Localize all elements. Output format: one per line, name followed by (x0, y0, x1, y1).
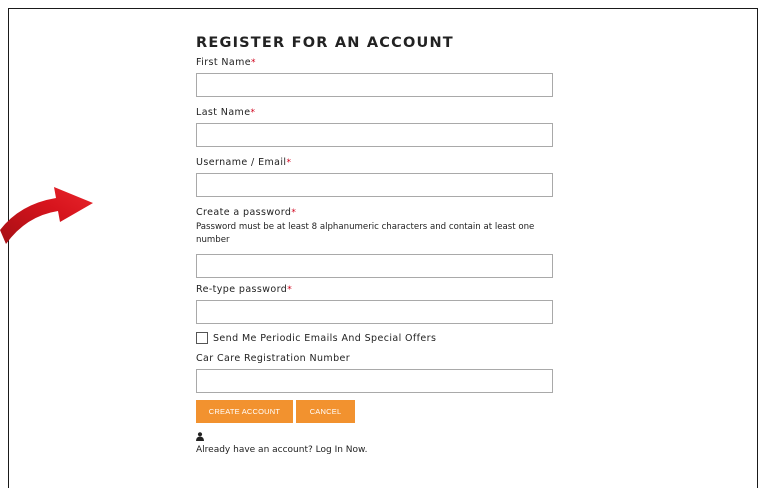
first-name-label: First Name* (196, 57, 256, 68)
create-account-button[interactable]: CREATE ACCOUNT (196, 400, 293, 423)
password-field: Create a password* Password must be at l… (196, 207, 554, 278)
registration-form: REGISTER FOR AN ACCOUNT First Name* Last… (196, 33, 554, 455)
last-name-field: Last Name* (196, 107, 554, 147)
first-name-field: First Name* (196, 57, 554, 97)
optin-checkbox[interactable] (196, 332, 208, 344)
retype-password-field: Re-type password* (196, 284, 554, 324)
username-field: Username / Email* (196, 157, 554, 197)
first-name-input[interactable] (196, 73, 553, 97)
retype-password-input[interactable] (196, 300, 553, 324)
optin-label[interactable]: Send Me Periodic Emails And Special Offe… (213, 333, 436, 344)
username-label: Username / Email* (196, 157, 292, 168)
login-link[interactable]: Log In Now (316, 445, 365, 455)
form-title: REGISTER FOR AN ACCOUNT (196, 35, 454, 51)
password-input[interactable] (196, 254, 553, 278)
last-name-input[interactable] (196, 123, 553, 147)
car-care-field: Car Care Registration Number (196, 353, 554, 393)
username-input[interactable] (196, 173, 553, 197)
form-buttons: CREATE ACCOUNT CANCEL (196, 400, 355, 423)
required-marker: * (251, 58, 256, 68)
required-marker: * (287, 285, 293, 295)
required-marker: * (286, 158, 292, 168)
retype-password-label: Re-type password* (196, 284, 293, 295)
password-hint: Password must be at least 8 alphanumeric… (196, 222, 535, 245)
required-marker: * (250, 108, 256, 118)
last-name-label: Last Name* (196, 107, 256, 118)
password-label: Create a password* (196, 207, 297, 218)
optin-row: Send Me Periodic Emails And Special Offe… (196, 331, 436, 345)
cancel-button[interactable]: CANCEL (296, 400, 355, 423)
login-prompt: Already have an account? (196, 445, 313, 455)
required-marker: * (291, 208, 297, 218)
car-care-label: Car Care Registration Number (196, 353, 351, 364)
car-care-input[interactable] (196, 369, 553, 393)
login-suffix: . (364, 445, 368, 455)
curved-arrow-icon (0, 187, 93, 244)
login-prompt-line: Already have an account? Log In Now. (196, 445, 367, 455)
user-icon (196, 432, 204, 441)
